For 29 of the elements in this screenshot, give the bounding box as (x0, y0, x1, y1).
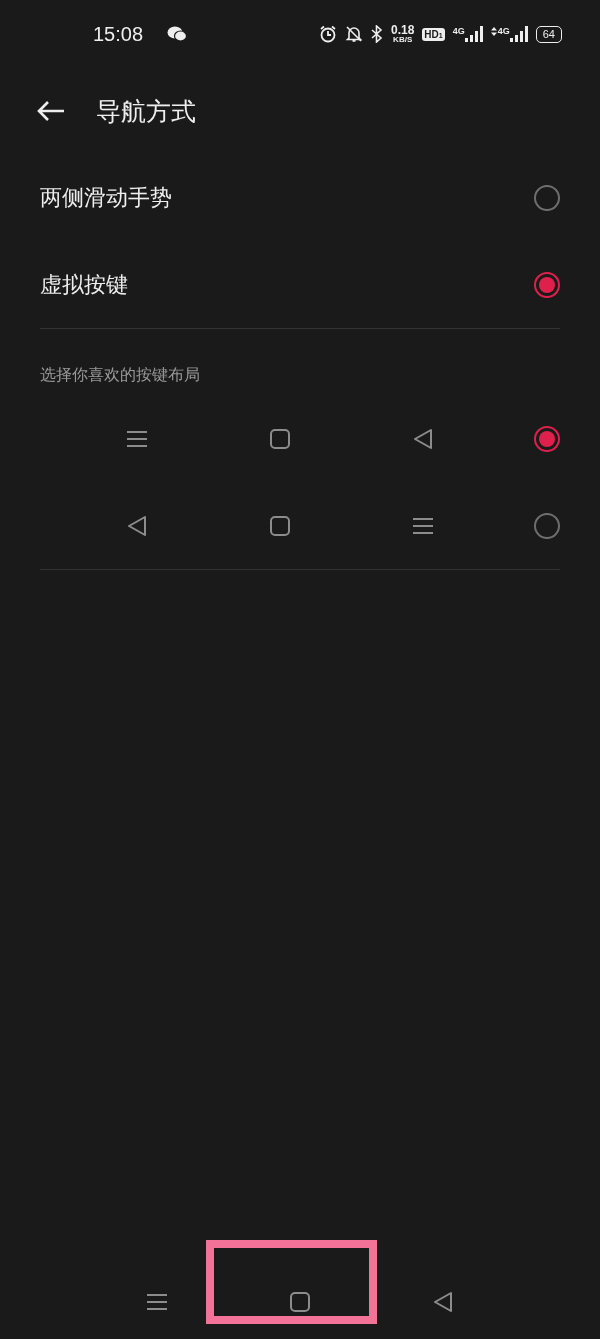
back-button[interactable] (36, 100, 66, 122)
battery-indicator: 64 (535, 25, 562, 43)
home-square-icon (269, 515, 290, 536)
radio-button[interactable] (534, 184, 560, 211)
signal-bars-icon (509, 26, 528, 42)
network-type: 4G (497, 26, 510, 36)
back-triangle-icon (126, 514, 147, 537)
chat-bubbles-icon (167, 26, 188, 42)
radio-button[interactable] (534, 271, 560, 298)
bell-muted-icon (345, 25, 363, 43)
section-caption: 选择你喜欢的按键布局 (39, 364, 201, 386)
home-square-icon (269, 428, 290, 449)
bluetooth-icon (371, 25, 383, 43)
home-square-icon (290, 1292, 310, 1312)
page-title: 导航方式 (96, 95, 196, 128)
network-speed: 0.18 KB/S (391, 24, 415, 44)
radio-button[interactable] (534, 425, 560, 452)
option-label: 虚拟按键 (40, 270, 128, 299)
status-time: 15:08 (93, 22, 144, 46)
back-triangle-icon (412, 427, 433, 450)
alarm-icon (319, 25, 337, 43)
radio-button[interactable] (534, 512, 560, 539)
signal-bars-icon (464, 26, 483, 42)
menu-icon (411, 516, 434, 535)
network-type: 4G (452, 26, 465, 36)
option-label: 两侧滑动手势 (40, 183, 172, 212)
menu-icon (125, 429, 148, 448)
menu-icon (146, 1293, 168, 1311)
back-triangle-icon (433, 1291, 453, 1313)
